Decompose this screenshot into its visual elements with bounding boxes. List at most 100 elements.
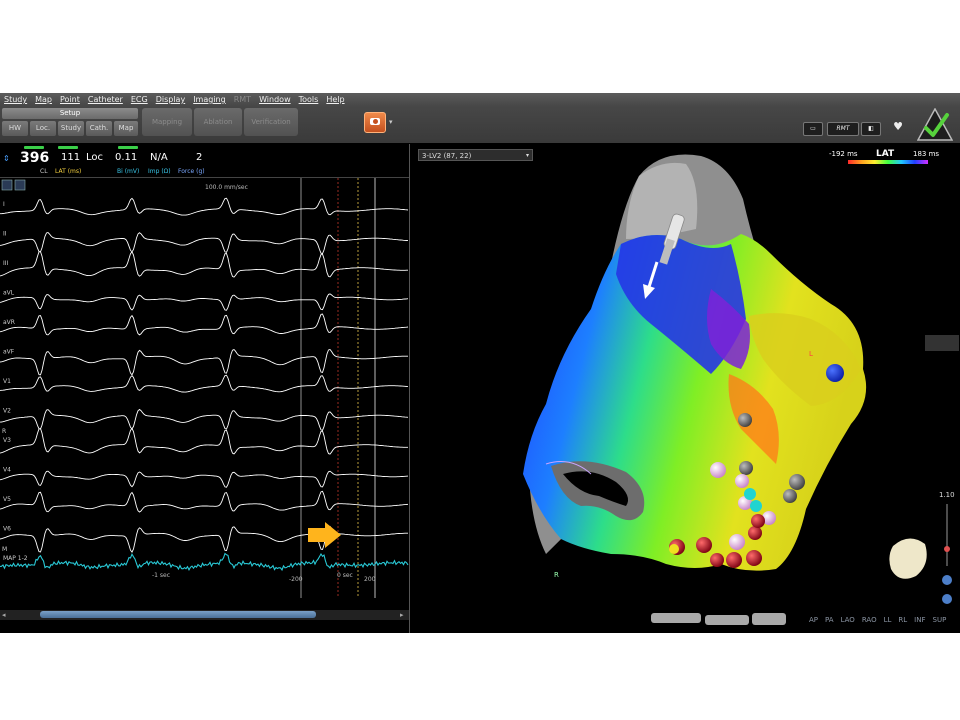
study-button[interactable]: Study (58, 121, 84, 136)
verification-phase-button[interactable]: Verification (244, 108, 298, 136)
ablation-phase-button[interactable]: Ablation (194, 108, 242, 136)
lat-min-value: -192 ms (829, 150, 858, 158)
point-cyan[interactable] (744, 488, 756, 500)
scroll-left-icon[interactable]: ◂ (2, 610, 6, 620)
menu-rmt: RMT (233, 95, 252, 104)
orientation-heart-icon[interactable] (889, 538, 927, 579)
rmt-status-icon[interactable]: RMT (827, 122, 859, 136)
lead-label: III (3, 260, 9, 267)
point-grey[interactable] (738, 413, 752, 427)
lead-label: V2 (3, 408, 11, 415)
lead-label: V4 (3, 467, 11, 474)
lead-label: MAP 1-2 (3, 555, 28, 562)
menu-display[interactable]: Display (152, 93, 190, 106)
view-lao[interactable]: LAO (841, 616, 855, 624)
force-value: 2 (196, 152, 203, 163)
reference-point-blue[interactable] (826, 364, 844, 382)
lat-indicator (58, 146, 78, 149)
imp-value: N/A (150, 152, 168, 163)
ecg-scrollbar[interactable]: ◂ ▸ (0, 610, 409, 620)
zoom-slider-thumb[interactable] (944, 546, 950, 552)
lead-label: V3 (3, 437, 11, 444)
recorder-icon[interactable]: ◧ (861, 122, 881, 136)
lead-label: II (3, 231, 7, 238)
view-ll[interactable]: LL (884, 616, 892, 624)
ecg-trace (0, 427, 408, 455)
checkmark-status-icon[interactable] (917, 108, 953, 141)
heart-icon[interactable]: ♥ (887, 121, 909, 134)
point-red[interactable] (710, 553, 724, 567)
expand-icon[interactable] (1, 179, 13, 191)
mapping-phase-button[interactable]: Mapping (142, 108, 192, 136)
view-ap[interactable]: AP (809, 616, 818, 624)
ecg-trace (0, 231, 409, 255)
chevron-down-icon[interactable]: ▾ (389, 118, 393, 126)
point-red[interactable] (726, 552, 742, 568)
ecg-trace (0, 313, 409, 336)
cath-button[interactable]: Cath. (86, 121, 112, 136)
view-rao[interactable]: RAO (862, 616, 877, 624)
point-cyan[interactable] (750, 500, 762, 512)
shell-highlight (626, 162, 698, 239)
lead-label: V6 (3, 526, 11, 533)
catheter-info-bar: ⇕ 396 CL 111 LAT (ms) Loc 0.11 Bi (mV) N… (0, 144, 409, 178)
zoom-out-icon[interactable] (942, 575, 952, 585)
lead-label: V5 (3, 496, 11, 503)
view-sup[interactable]: SUP (933, 616, 947, 624)
map-button[interactable]: Map (114, 121, 138, 136)
catheter-list-icons[interactable] (651, 613, 786, 625)
map-3d-panel[interactable]: L R 3-LV2 (87, 22) ▾ -192 ms LAT 183 ms (411, 144, 960, 633)
point-red[interactable] (751, 514, 765, 528)
point-pink[interactable] (735, 474, 749, 488)
marker-r-label: R (554, 571, 559, 579)
point-red[interactable] (746, 550, 762, 566)
zoom-in-icon[interactable] (942, 594, 952, 604)
view-pa[interactable]: PA (825, 616, 834, 624)
view-buttons: AP PA LAO RAO LL RL INF SUP (809, 616, 946, 624)
menu-map[interactable]: Map (31, 93, 56, 106)
point-red[interactable] (748, 526, 762, 540)
menu-catheter[interactable]: Catheter (84, 93, 127, 106)
menu-window[interactable]: Window (255, 93, 295, 106)
menu-point[interactable]: Point (56, 93, 84, 106)
chevron-down-icon[interactable]: ▾ (526, 150, 529, 162)
lead-extra-label: M (2, 546, 7, 553)
monitor-icon[interactable]: ▭ (803, 122, 823, 136)
ecg-traces-area[interactable]: 100.0 mm/sec I II III aVL aVR aVF V1 V2 V3 V4 V5 V6… (0, 178, 409, 598)
point-legend-icon[interactable] (925, 335, 959, 351)
scrollbar-thumb[interactable] (40, 611, 316, 618)
menu-tools[interactable]: Tools (295, 93, 323, 106)
scroll-right-icon[interactable]: ▸ (400, 610, 404, 620)
map-selector-value: 3-LV2 (87, 22) (422, 152, 472, 160)
point-yellow[interactable] (669, 544, 679, 554)
view-inf[interactable]: INF (914, 616, 925, 624)
point-grey[interactable] (789, 474, 805, 490)
menu-help[interactable]: Help (322, 93, 348, 106)
menu-imaging[interactable]: Imaging (189, 93, 230, 106)
point-grey[interactable] (783, 489, 797, 503)
point-red[interactable] (696, 537, 712, 553)
setup-button[interactable]: Setup (2, 108, 138, 119)
marker-l-label: L (809, 350, 813, 358)
toolbar: Setup HW Loc. Study Cath. Map Mapping Ab… (0, 106, 960, 143)
lead-label: V1 (3, 378, 11, 385)
ecg-trace (0, 490, 409, 513)
map-selector[interactable]: 3-LV2 (87, 22) ▾ (418, 149, 533, 161)
settings-icon[interactable] (14, 179, 26, 191)
bi-value: 0.11 (115, 152, 138, 163)
time-label-200: 200 (364, 576, 376, 583)
updown-arrows-icon[interactable]: ⇕ (3, 154, 10, 163)
menu-study[interactable]: Study (0, 93, 31, 106)
point-grey[interactable] (739, 461, 753, 475)
point-pink[interactable] (729, 534, 745, 550)
camera-icon[interactable] (364, 112, 386, 133)
ecg-trace (0, 408, 409, 431)
point-pink[interactable] (710, 462, 726, 478)
cl-indicator (24, 146, 44, 149)
hw-button[interactable]: HW (2, 121, 28, 136)
view-rl[interactable]: RL (898, 616, 907, 624)
menu-ecg[interactable]: ECG (127, 93, 152, 106)
carto-app-window: Study Map Point Catheter ECG Display Ima… (0, 93, 960, 633)
sweep-speed: 100.0 mm/sec (205, 184, 248, 191)
loc-button[interactable]: Loc. (30, 121, 56, 136)
